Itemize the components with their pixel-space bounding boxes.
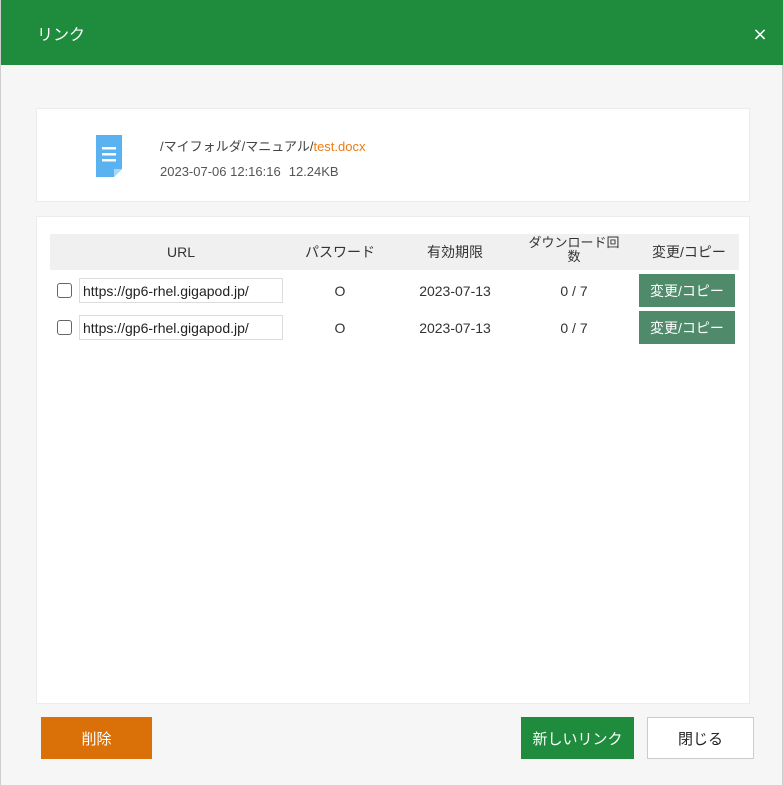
file-name: test.docx <box>313 139 366 154</box>
row-downloads: 0 / 7 <box>560 320 588 336</box>
file-meta: 2023-07-06 12:16:16 12.24KB <box>160 164 339 179</box>
new-link-button[interactable]: 新しいリンク <box>521 717 634 759</box>
row-checkbox[interactable] <box>57 320 72 335</box>
link-list: URL パスワード 有効期限 ダウンロード回数 変更/コピー O 2023-07… <box>36 216 750 704</box>
close-icon[interactable]: × <box>749 24 771 46</box>
header-url: URL <box>166 244 195 260</box>
header-downloads: ダウンロード回数 <box>528 235 620 264</box>
change-copy-button[interactable]: 変更/コピー <box>639 311 735 344</box>
delete-button[interactable]: 削除 <box>41 717 152 759</box>
file-info-card: /マイフォルダ/マニュアル/test.docx 2023-07-06 12:16… <box>36 108 750 202</box>
header-action: 変更/コピー <box>652 244 726 260</box>
row-password: O <box>334 283 346 299</box>
header-expiry: 有効期限 <box>427 244 483 260</box>
dialog-titlebar: リンク × <box>1 0 783 65</box>
file-path-prefix: /マイフォルダ/マニュアル/ <box>160 139 314 154</box>
url-field[interactable] <box>79 315 283 340</box>
row-downloads: 0 / 7 <box>560 283 588 299</box>
document-icon <box>96 135 122 177</box>
row-expiry: 2023-07-13 <box>419 320 491 336</box>
row-checkbox[interactable] <box>57 283 72 298</box>
table-header: URL パスワード 有効期限 ダウンロード回数 変更/コピー <box>50 234 739 270</box>
row-expiry: 2023-07-13 <box>419 283 491 299</box>
url-field[interactable] <box>79 278 283 303</box>
header-password: パスワード <box>305 244 375 260</box>
dialog-title: リンク <box>37 25 86 44</box>
link-dialog: リンク × /マイフォルダ/マニュアル/test.docx 2023-07-06… <box>0 0 783 785</box>
close-button[interactable]: 閉じる <box>647 717 754 759</box>
file-path: /マイフォルダ/マニュアル/test.docx <box>160 136 365 155</box>
table-row: O 2023-07-13 0 / 7 変更/コピー <box>50 274 739 308</box>
row-password: O <box>334 320 346 336</box>
file-date: 2023-07-06 12:16:16 <box>160 164 281 179</box>
file-size: 12.24KB <box>288 164 339 179</box>
change-copy-button[interactable]: 変更/コピー <box>639 274 735 307</box>
table-row: O 2023-07-13 0 / 7 変更/コピー <box>50 311 739 345</box>
